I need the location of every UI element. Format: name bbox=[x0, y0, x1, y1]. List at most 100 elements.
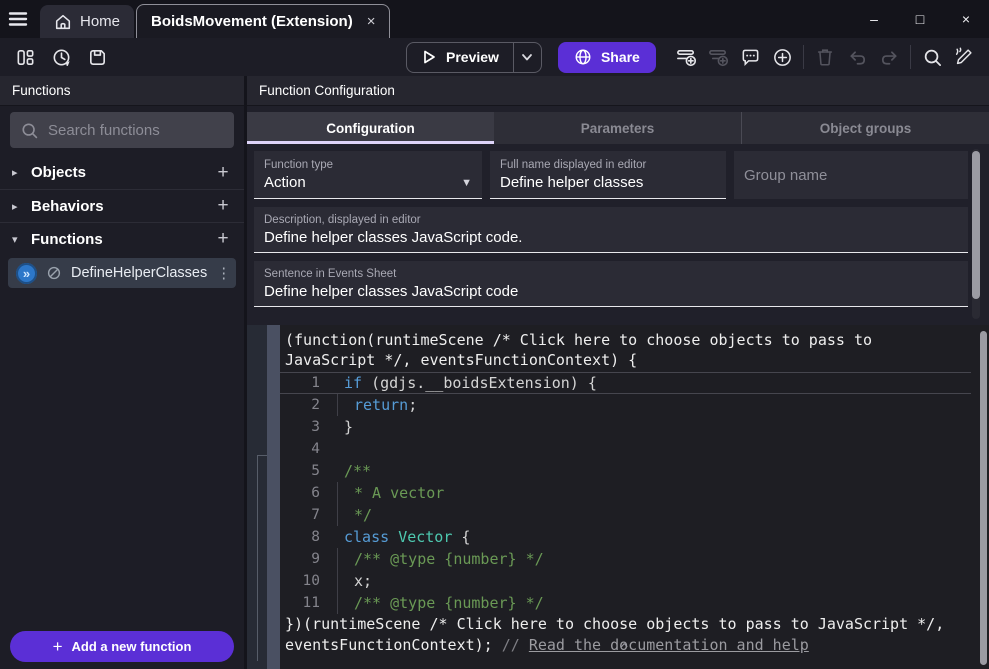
function-type-label: Function type bbox=[264, 159, 472, 171]
functions-sidebar: Functions ▸ Objects + ▸ Behaviors + bbox=[0, 76, 247, 669]
full-name-field[interactable]: Full name displayed in editor Define hel… bbox=[490, 151, 726, 199]
full-name-value: Define helper classes bbox=[500, 174, 716, 191]
code-line[interactable]: 1if (gdjs.__boidsExtension) { bbox=[280, 372, 971, 394]
plus-icon: + bbox=[53, 637, 63, 657]
delete-button[interactable] bbox=[810, 42, 840, 72]
line-number: 11 bbox=[280, 595, 320, 611]
indent-guide bbox=[337, 592, 338, 614]
description-field[interactable]: Description, displayed in editor Define … bbox=[254, 207, 968, 253]
kebab-menu-icon[interactable]: ⋮ bbox=[216, 264, 231, 282]
group-name-field[interactable] bbox=[734, 151, 968, 199]
save-icon bbox=[87, 47, 108, 68]
edit-settings-button[interactable] bbox=[949, 42, 979, 72]
trash-icon bbox=[815, 47, 835, 67]
save-button[interactable] bbox=[82, 42, 112, 72]
event-bracket-line bbox=[257, 455, 267, 661]
events-sheet: (function(runtimeScene /* Click here to … bbox=[247, 325, 989, 669]
close-button[interactable]: × bbox=[943, 0, 989, 38]
preview-button[interactable]: Preview bbox=[407, 43, 513, 72]
tab-home[interactable]: Home bbox=[40, 5, 134, 38]
function-type-select[interactable]: Function type Action ▼ bbox=[254, 151, 482, 199]
event-left-strip[interactable] bbox=[267, 325, 280, 669]
tab-boidsmovement[interactable]: BoidsMovement (Extension) × bbox=[136, 4, 390, 38]
group-name-input[interactable] bbox=[744, 167, 958, 184]
functions-tree: ▸ Objects + ▸ Behaviors + ▾ Functions + … bbox=[0, 156, 244, 623]
add-function-plus-button[interactable]: + bbox=[214, 228, 232, 250]
function-item-selected[interactable]: » DefineHelperClasses ⋮ bbox=[8, 258, 236, 288]
code-line[interactable]: 10x; bbox=[280, 570, 971, 592]
add-event-button[interactable] bbox=[671, 42, 701, 72]
tree-section-functions[interactable]: ▾ Functions + bbox=[0, 222, 244, 255]
add-new-function-button[interactable]: + Add a new function bbox=[10, 631, 234, 662]
sentence-field[interactable]: Sentence in Events Sheet Define helper c… bbox=[254, 261, 968, 307]
edit-pen-icon bbox=[953, 46, 975, 68]
project-manager-button[interactable] bbox=[10, 42, 40, 72]
maximize-button[interactable]: □ bbox=[897, 0, 943, 38]
sidebar-header: Functions bbox=[0, 76, 244, 106]
code-line[interactable]: 4 bbox=[280, 438, 971, 460]
toolbar-separator bbox=[910, 45, 911, 69]
code-scrollbar[interactable] bbox=[980, 331, 987, 665]
redo-button[interactable] bbox=[874, 42, 904, 72]
line-content: return; bbox=[344, 394, 417, 416]
code-line[interactable]: 7*/ bbox=[280, 504, 971, 526]
js-code-editor[interactable]: (function(runtimeScene /* Click here to … bbox=[280, 325, 989, 669]
tree-section-behaviors[interactable]: ▸ Behaviors + bbox=[0, 189, 244, 222]
toolbar: Preview Share bbox=[0, 38, 989, 76]
line-content: /** @type {number} */ bbox=[344, 592, 544, 614]
share-button[interactable]: Share bbox=[558, 42, 656, 73]
dropdown-arrow-icon: ▼ bbox=[461, 177, 472, 189]
code-lines[interactable]: 1if (gdjs.__boidsExtension) {2return;3} 4… bbox=[280, 372, 989, 614]
line-number: 9 bbox=[280, 551, 320, 567]
title-bar: Home BoidsMovement (Extension) × – □ × bbox=[0, 0, 989, 38]
code-footer-line[interactable]: })(runtimeScene /* Click here to choose … bbox=[280, 614, 989, 635]
code-scrollbar-thumb[interactable] bbox=[980, 331, 987, 665]
function-configuration-panel: Function Configuration Configuration Par… bbox=[247, 76, 989, 669]
tab-configuration[interactable]: Configuration bbox=[247, 112, 494, 144]
tab-parameters[interactable]: Parameters bbox=[494, 112, 741, 144]
code-header-line[interactable]: (function(runtimeScene /* Click here to … bbox=[280, 330, 989, 350]
search-box[interactable] bbox=[10, 112, 234, 148]
sentence-label: Sentence in Events Sheet bbox=[264, 268, 958, 280]
code-header-line[interactable]: JavaScript */, eventsFunctionContext) { bbox=[280, 350, 989, 370]
preview-button-group: Preview bbox=[406, 42, 542, 73]
minimize-button[interactable]: – bbox=[851, 0, 897, 38]
add-subevent-button[interactable] bbox=[703, 42, 733, 72]
code-line[interactable]: 6* A vector bbox=[280, 482, 971, 504]
config-scrollbar-thumb[interactable] bbox=[972, 151, 980, 299]
line-content: if (gdjs.__boidsExtension) { bbox=[344, 373, 597, 393]
line-number: 7 bbox=[280, 507, 320, 523]
main-menu-button[interactable] bbox=[0, 0, 36, 38]
config-header: Function Configuration bbox=[247, 76, 989, 106]
share-label: Share bbox=[601, 49, 640, 65]
search-input[interactable] bbox=[48, 122, 247, 139]
add-other-button[interactable] bbox=[767, 42, 797, 72]
tree-section-objects[interactable]: ▸ Objects + bbox=[0, 156, 244, 189]
search-icon bbox=[20, 121, 39, 140]
search-events-button[interactable] bbox=[917, 42, 947, 72]
main-area: Functions ▸ Objects + ▸ Behaviors + bbox=[0, 76, 989, 669]
tab-object-groups[interactable]: Object groups bbox=[741, 112, 989, 144]
code-line[interactable]: 9/** @type {number} */ bbox=[280, 548, 971, 570]
description-label: Description, displayed in editor bbox=[264, 214, 958, 226]
code-line[interactable]: 5/** bbox=[280, 460, 971, 482]
add-comment-button[interactable] bbox=[735, 42, 765, 72]
line-number: 4 bbox=[280, 441, 320, 457]
add-object-button[interactable]: + bbox=[214, 162, 232, 184]
add-behavior-button[interactable]: + bbox=[214, 195, 232, 217]
code-line[interactable]: 3} bbox=[280, 416, 971, 438]
code-line[interactable]: 8class Vector { bbox=[280, 526, 971, 548]
window-controls: – □ × bbox=[851, 0, 989, 38]
sentence-value: Define helper classes JavaScript code bbox=[264, 283, 958, 300]
code-footer-line[interactable]: eventsFunctionContext); // Read the docu… bbox=[280, 635, 989, 656]
documentation-link[interactable]: Read the documentation and help bbox=[529, 636, 809, 654]
version-history-button[interactable] bbox=[46, 42, 76, 72]
undo-button[interactable] bbox=[842, 42, 872, 72]
undo-icon bbox=[847, 47, 868, 68]
config-scrollbar[interactable] bbox=[972, 149, 980, 319]
code-line[interactable]: 11 /** @type {number} */ bbox=[280, 592, 971, 614]
code-line[interactable]: 2return; bbox=[280, 394, 971, 416]
preview-dropdown-button[interactable] bbox=[513, 43, 541, 72]
editor-collapse-handle[interactable]: ^ bbox=[620, 642, 628, 657]
tab-close-icon[interactable]: × bbox=[367, 13, 376, 30]
